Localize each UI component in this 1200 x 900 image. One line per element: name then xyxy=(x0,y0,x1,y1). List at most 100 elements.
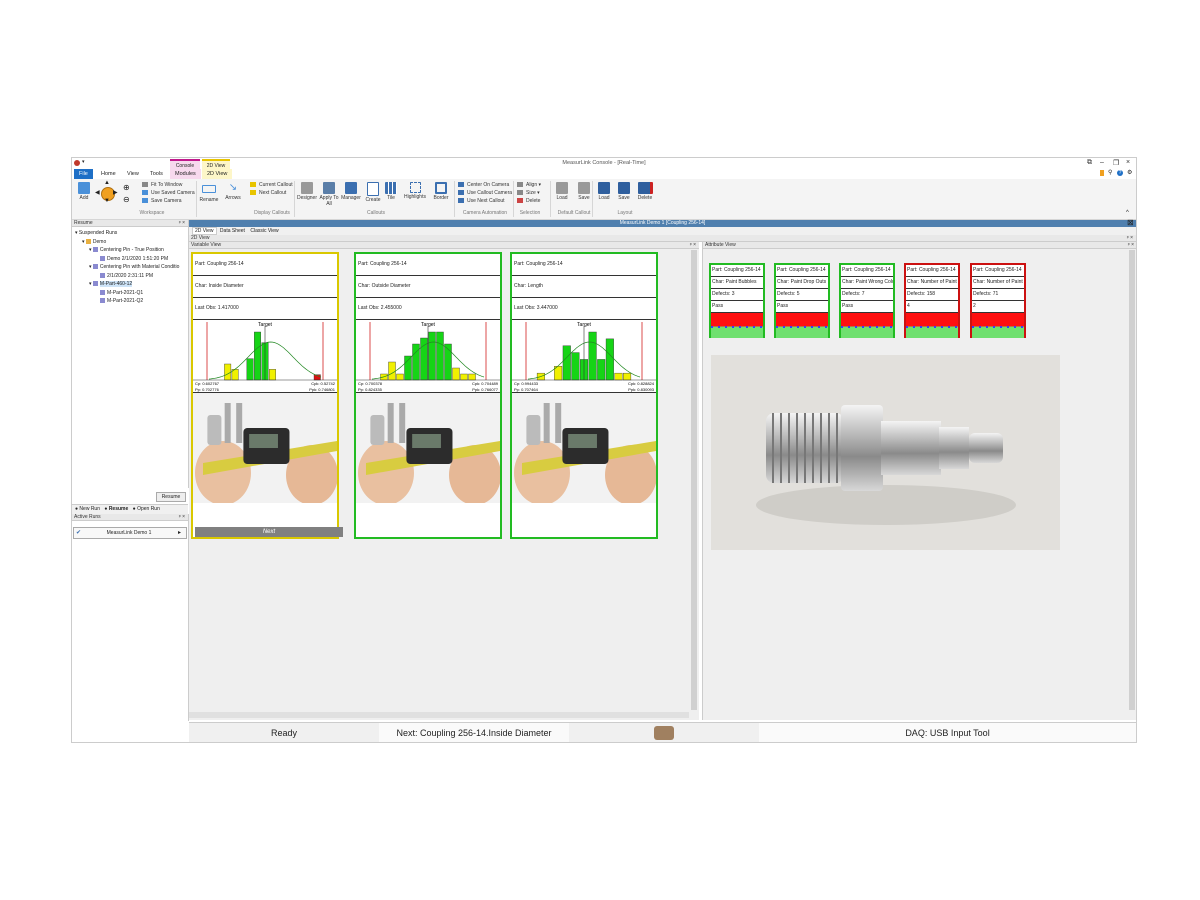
pane-close-icon[interactable]: ᵖ × xyxy=(1128,242,1134,248)
zoom-in-icon[interactable]: ⊕ xyxy=(123,183,130,192)
restore-ribbon-icon[interactable]: ⧉ xyxy=(1087,159,1092,167)
tree-node[interactable]: ▾ Centering Pin with Material Conditio xyxy=(72,263,188,272)
arrow-up-icon[interactable]: ▲ xyxy=(104,180,110,186)
use-next-callout-button[interactable]: Use Next Callout xyxy=(458,197,512,205)
attribute-card[interactable]: Part: Coupling 256-14 Char: Paint Bubbles… xyxy=(709,263,765,338)
tab-home[interactable]: Home xyxy=(96,169,121,179)
tab-new-run[interactable]: ● New Run xyxy=(75,506,100,512)
pane-close-icon[interactable]: ᵖ × xyxy=(179,514,185,520)
pane-close-icon[interactable]: ᵖ × xyxy=(179,220,185,226)
border-icon xyxy=(435,182,447,194)
designer-button[interactable]: Designer xyxy=(296,182,318,201)
layout-load-button[interactable]: Load xyxy=(594,182,614,201)
tree-node[interactable]: M-Part-2021-Q2 xyxy=(72,297,188,306)
status-ready: Ready xyxy=(270,728,297,738)
arrow-right-icon[interactable]: ▶ xyxy=(113,189,118,196)
active-run-menu-icon[interactable]: ▸ xyxy=(178,529,181,536)
variable-view-hscrollbar[interactable] xyxy=(189,712,689,718)
tree-node[interactable]: ▾ M-Part-460-12 xyxy=(72,280,188,289)
arrow-down-icon[interactable]: ▼ xyxy=(104,198,110,204)
default-callout-save-button[interactable]: Save xyxy=(574,182,594,201)
pane-close-icon[interactable]: ᵖ × xyxy=(690,242,696,248)
selection-delete-button[interactable]: Delete xyxy=(517,197,541,205)
attribute-card[interactable]: Part: Coupling 256-14 Char: Number of Pai… xyxy=(970,263,1026,338)
use-saved-camera-button[interactable]: Use Saved Camera xyxy=(142,189,195,197)
help-icon[interactable]: ? xyxy=(1117,170,1123,176)
default-callout-load-button[interactable]: Load xyxy=(552,182,572,201)
histogram-bar xyxy=(246,358,254,381)
resume-button[interactable]: Resume xyxy=(156,492,186,502)
add-icon xyxy=(78,182,90,194)
tab-data-sheet[interactable]: Data Sheet xyxy=(220,228,245,234)
close-icon[interactable]: × xyxy=(1126,159,1130,166)
histogram-bar xyxy=(436,331,444,381)
settings-icon[interactable]: ⚙ xyxy=(1127,169,1132,176)
ribbon: Add ▲ ▼ ◀ ▶ ⊕ ⊖ Fit To Window Use Saved … xyxy=(72,179,1136,220)
create-button[interactable]: Create xyxy=(363,182,383,203)
defect-chart-strip xyxy=(841,313,893,338)
current-callout-button[interactable]: Current Callout xyxy=(250,181,293,189)
pane-close-icon[interactable]: ᵖ × xyxy=(1127,235,1133,241)
layout-save-button[interactable]: Save xyxy=(614,182,634,201)
tree-node[interactable]: Demo 2/1/2020 1:51:20 PM xyxy=(72,255,188,264)
tab-open-run[interactable]: ● Open Run xyxy=(133,506,160,512)
tab-file[interactable]: File xyxy=(74,169,93,179)
tree-node[interactable]: ▾ Centering Pin - True Position xyxy=(72,246,188,255)
tab-tools[interactable]: Tools xyxy=(145,169,168,179)
arrows-button[interactable]: ↘ Arrows xyxy=(222,182,244,201)
next-callout-button[interactable]: Next Callout xyxy=(250,189,293,197)
tree-node[interactable]: M-Part-2021-Q1 xyxy=(72,289,188,298)
minimize-icon[interactable]: – xyxy=(1100,159,1104,166)
manager-button[interactable]: Manager xyxy=(340,182,362,201)
attribute-view-scrollbar[interactable] xyxy=(1129,250,1135,710)
save-camera-button[interactable]: Save Camera xyxy=(142,197,195,205)
document-tab-title[interactable]: MeasurLink Demo 1 [Coupling 256-14] xyxy=(620,220,706,226)
attribute-card[interactable]: Part: Coupling 256-14 Char: Paint Wrong C… xyxy=(839,263,895,338)
tree-node[interactable]: ▾ Suspended Runs xyxy=(72,229,188,238)
highlights-button[interactable]: Highlights xyxy=(402,182,428,200)
use-callout-camera-button[interactable]: Use Callout Camera xyxy=(458,189,512,197)
attr-part: Part: Coupling 256-14 xyxy=(841,265,893,277)
center-on-camera-button[interactable]: Center On Camera xyxy=(458,181,512,189)
maximize-icon[interactable]: ❐ xyxy=(1113,159,1119,167)
arrow-left-icon[interactable]: ◀ xyxy=(95,189,100,196)
active-run-item[interactable]: ✔ MeasurLink Demo 1 ▸ xyxy=(73,527,187,539)
collapse-ribbon-icon[interactable]: ^ xyxy=(1126,210,1129,216)
rename-button[interactable]: Rename xyxy=(199,182,219,203)
attribute-card[interactable]: Part: Coupling 256-14 Char: Number of Pai… xyxy=(904,263,960,338)
next-callout-label: Next Callout xyxy=(259,190,287,196)
size-button[interactable]: Size ▾ xyxy=(517,189,541,197)
tab-modules[interactable]: Modules xyxy=(170,169,201,179)
tab-resume[interactable]: ● Resume xyxy=(104,506,128,512)
variable-card[interactable]: Part: Coupling 256-14 Char: Length Last Ob… xyxy=(510,252,658,539)
tree-node[interactable]: ▾ Demo xyxy=(72,238,188,247)
tab-view[interactable]: View xyxy=(122,169,144,179)
pin-icon[interactable]: ⚲ xyxy=(1108,169,1112,176)
tab-2d-view-doc[interactable]: 2D View xyxy=(192,227,217,235)
histogram-bar xyxy=(597,359,606,381)
align-button[interactable]: Align ▾ xyxy=(517,181,541,189)
zoom-out-icon[interactable]: ⊖ xyxy=(123,195,130,204)
save-camera-icon xyxy=(142,198,148,204)
tree-node-label: 2/1/2020 2:31:11 PM xyxy=(107,272,154,279)
variable-card[interactable]: Part: Coupling 256-14 Char: Outside Diame… xyxy=(354,252,502,539)
notification-icon[interactable] xyxy=(1100,170,1104,176)
border-button[interactable]: Border xyxy=(431,182,451,201)
use-callout-camera-label: Use Callout Camera xyxy=(467,190,513,196)
tile-button[interactable]: Tile xyxy=(383,182,399,201)
tree-node[interactable]: 2/1/2020 2:31:11 PM xyxy=(72,272,188,281)
apply-to-all-button[interactable]: Apply To All xyxy=(319,182,339,207)
camera-navigator[interactable]: ▲ ▼ ◀ ▶ xyxy=(95,180,118,204)
fit-to-window-button[interactable]: Fit To Window xyxy=(142,181,195,189)
ribbon-separator xyxy=(592,181,593,217)
add-button[interactable]: Add xyxy=(75,182,93,201)
tab-classic-view[interactable]: Classic View xyxy=(250,228,278,234)
document-close-icon[interactable]: ⊠ xyxy=(1127,218,1134,227)
active-runs-title: Active Runs xyxy=(74,514,101,520)
layout-delete-button[interactable]: Delete xyxy=(634,182,656,201)
attribute-card[interactable]: Part: Coupling 256-14 Char: Paint Drop Ou… xyxy=(774,263,830,338)
variable-card[interactable]: Part: Coupling 256-14 Char: Inside Diamet… xyxy=(191,252,339,539)
save-callout-icon xyxy=(578,182,590,194)
histogram-bar xyxy=(571,352,580,381)
variable-view-scrollbar[interactable] xyxy=(691,250,697,710)
